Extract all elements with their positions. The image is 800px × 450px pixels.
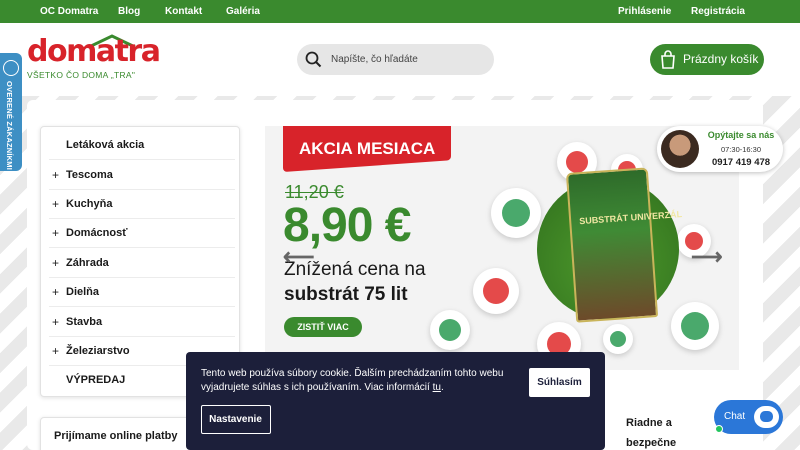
plus-icon: + xyxy=(52,315,60,329)
plus-icon: + xyxy=(52,344,60,358)
arrow-right-icon[interactable]: ⟶ xyxy=(691,244,723,270)
cookie-text: Tento web používa súbory cookie. Ďalším … xyxy=(201,367,506,395)
watering-can-icon xyxy=(671,302,719,350)
avatar xyxy=(661,130,699,168)
chat-button[interactable]: Chat xyxy=(714,400,783,434)
cookie-settings-button[interactable]: Nastavenie xyxy=(201,405,271,434)
arrow-left-icon[interactable]: ⟵ xyxy=(283,244,315,270)
category-label: Stavba xyxy=(66,316,103,328)
category-item-domacnost[interactable]: + Domácnosť xyxy=(49,219,235,248)
category-item-letakova-akcia[interactable]: Letáková akcia xyxy=(49,131,235,160)
category-label: Domácnosť xyxy=(66,227,128,239)
plus-icon: + xyxy=(52,197,60,211)
header: domatra VŠETKO ČO DOMA „TRA" Napíšte, čo… xyxy=(0,23,800,96)
cart-button[interactable]: Prázdny košík xyxy=(650,44,764,75)
safe-text-line-2: bezpečne xyxy=(626,437,677,449)
contact-operator[interactable]: Opýtajte sa nás 07:30-16:30 0917 419 478 xyxy=(657,126,783,172)
cookie-more-info-link[interactable]: tu xyxy=(433,382,441,393)
category-label: Letáková akcia xyxy=(66,139,145,151)
topbar-link-oc-domatra[interactable]: OC Domatra xyxy=(40,6,98,17)
cookie-accept-button[interactable]: Súhlasím xyxy=(529,368,590,397)
pot-icon xyxy=(491,188,541,238)
chat-bubble-icon xyxy=(754,406,779,428)
search-placeholder: Napíšte, čo hľadáte xyxy=(331,54,418,65)
category-item-dielna[interactable]: + Dielňa xyxy=(49,278,235,307)
promo-tag-label: AKCIA MESIACA xyxy=(299,139,436,158)
verified-badge[interactable]: OVERENÉ ZÁKAZNÍKMI xyxy=(0,53,22,171)
search-icon xyxy=(305,51,322,68)
category-label: Kuchyňa xyxy=(66,198,113,210)
promo-line-2: substrát 75 lit xyxy=(284,284,408,305)
shopping-bag-icon xyxy=(661,50,675,69)
logo-word: domatra xyxy=(27,34,161,69)
learn-more-label: ZISTIŤ VIAC xyxy=(297,322,349,332)
category-label: VÝPREDAJ xyxy=(66,374,126,386)
shield-icon xyxy=(603,324,633,354)
safe-text-line-1: Riadne a xyxy=(626,417,672,429)
drill-icon xyxy=(473,268,519,314)
learn-more-button[interactable]: ZISTIŤ VIAC xyxy=(284,317,362,337)
product-label: SUBSTRÁT UNIVERZÁL xyxy=(578,209,683,227)
cart-label: Prázdny košík xyxy=(683,52,759,66)
cookie-settings-label: Nastavenie xyxy=(209,414,262,425)
fence-icon xyxy=(430,310,470,350)
plus-icon: + xyxy=(52,285,60,299)
search-input[interactable]: Napíšte, čo hľadáte xyxy=(297,44,494,75)
logo[interactable]: domatra VŠETKO ČO DOMA „TRA" xyxy=(27,34,161,86)
category-label: Záhrada xyxy=(66,257,109,269)
plus-icon: + xyxy=(52,168,60,182)
top-bar: OC Domatra Blog Kontakt Galéria Prihláse… xyxy=(0,0,800,23)
product-image: SUBSTRÁT UNIVERZÁL xyxy=(565,167,683,323)
register-link[interactable]: Registrácia xyxy=(691,6,745,17)
operator-phone[interactable]: 0917 419 478 xyxy=(702,157,780,168)
payments-title: Prijímame online platby xyxy=(54,430,178,442)
operator-title: Opýtajte sa nás xyxy=(707,130,775,140)
cookie-accept-label: Súhlasím xyxy=(537,377,582,388)
category-label: Tescoma xyxy=(66,169,113,181)
logo-tagline: VŠETKO ČO DOMA „TRA" xyxy=(27,70,136,80)
globe-icon xyxy=(3,60,19,76)
verified-badge-label: OVERENÉ ZÁKAZNÍKMI xyxy=(5,81,14,171)
topbar-link-blog[interactable]: Blog xyxy=(118,6,140,17)
category-item-tescoma[interactable]: + Tescoma xyxy=(49,161,235,190)
category-item-zahrada[interactable]: + Záhrada xyxy=(49,249,235,278)
safe-text: Riadne a bezpečne xyxy=(626,413,676,450)
category-item-kuchyna[interactable]: + Kuchyňa xyxy=(49,190,235,219)
category-label: Železiarstvo xyxy=(66,345,130,357)
topbar-link-galeria[interactable]: Galéria xyxy=(226,6,260,17)
chat-label: Chat xyxy=(724,411,746,422)
plus-icon: + xyxy=(52,226,60,240)
cookie-message: Tento web používa súbory cookie. Ďalším … xyxy=(201,368,504,393)
cookie-message-end: . xyxy=(440,382,444,393)
cookie-banner: Tento web používa súbory cookie. Ďalším … xyxy=(186,352,605,450)
operator-hours: 07:30-16:30 xyxy=(720,145,762,154)
online-status-dot xyxy=(715,425,723,433)
category-label: Dielňa xyxy=(66,286,100,298)
plus-icon: + xyxy=(52,256,60,270)
topbar-link-kontakt[interactable]: Kontakt xyxy=(165,6,202,17)
category-item-stavba[interactable]: + Stavba xyxy=(49,308,235,337)
login-link[interactable]: Prihlásenie xyxy=(618,6,671,17)
